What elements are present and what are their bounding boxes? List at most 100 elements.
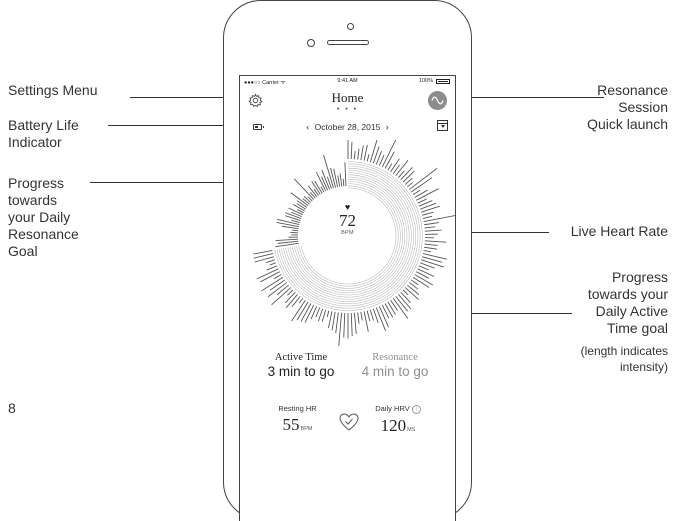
- active-time-spike: [388, 164, 392, 170]
- heart-check-icon: [338, 411, 360, 433]
- active-time-spike: [299, 298, 303, 303]
- active-time-spike: [419, 266, 429, 270]
- status-battery-percent: 100%: [419, 78, 433, 84]
- active-time-spike: [270, 280, 285, 290]
- front-camera: [307, 39, 315, 47]
- active-time-spike: [358, 149, 359, 160]
- active-time-spike: [275, 243, 298, 246]
- active-time-spike: [361, 312, 362, 321]
- annotation-length-note: (length indicates intensity): [581, 343, 668, 375]
- info-icon[interactable]: i: [412, 405, 421, 414]
- active-time-spike: [278, 241, 298, 243]
- active-time-spike: [370, 310, 373, 321]
- annotation-progress-active: Progress towards your Daily Active Time …: [588, 269, 668, 337]
- active-time-spike: [270, 263, 276, 265]
- annotation-line: (length indicates: [581, 343, 668, 359]
- annotation-line: intensity): [581, 359, 668, 375]
- active-time-spike: [351, 313, 352, 336]
- annotation-line: Battery Life: [8, 117, 79, 134]
- resting-hr-value-row: 55BPM: [270, 415, 325, 435]
- calendar-dropdown-icon[interactable]: [437, 120, 448, 131]
- active-time-spike: [364, 145, 367, 161]
- active-time-spike: [418, 269, 434, 277]
- annotation-line: Time goal: [588, 320, 668, 337]
- resonance-ring-arc: [284, 170, 414, 301]
- active-time-spike: [407, 285, 419, 295]
- resonance-value: 4 min to go: [340, 364, 450, 379]
- resonance-ring-arc: [277, 164, 420, 308]
- active-time-spike: [267, 266, 277, 270]
- active-time-spike: [382, 305, 389, 318]
- active-time-spike: [285, 292, 295, 303]
- page-number: 8: [8, 400, 16, 416]
- date-selector: ‹ October 28, 2015 ›: [240, 121, 455, 132]
- active-time-spike: [253, 250, 272, 254]
- annotation-line: Resonance: [8, 226, 79, 243]
- annotation-resonance-session: Resonance Session Quick launch: [587, 82, 668, 133]
- status-battery-icon: [436, 79, 450, 84]
- prev-date-button[interactable]: ‹: [303, 122, 312, 132]
- annotation-line: Daily Active: [588, 303, 668, 320]
- resonance-ring-arc: [288, 175, 409, 297]
- resonance-ring-arc: [297, 184, 401, 289]
- active-time-spike: [382, 140, 396, 167]
- active-time-spike: [367, 154, 369, 161]
- active-time-spike: [318, 309, 322, 321]
- active-time-spike: [391, 300, 398, 310]
- active-time-spike: [411, 280, 418, 285]
- daily-hrv-value-row: 120MS: [368, 416, 428, 436]
- resting-hr-stat[interactable]: Resting HR 55BPM: [270, 404, 325, 435]
- daily-stats: Resting HR 55BPM Daily HRVi 120MS: [240, 404, 455, 444]
- active-time-spike: [425, 241, 446, 242]
- active-time-spike: [345, 162, 346, 186]
- active-time-spike: [391, 159, 400, 172]
- daily-hrv-unit: MS: [407, 427, 415, 433]
- app-screen: ●●●○○ Carrier ᯤ 9:41 AM 100% Home ● ● ●: [239, 75, 456, 521]
- active-time-spike: [424, 250, 431, 251]
- annotation-line: your Daily: [8, 209, 79, 226]
- active-time-spike: [421, 260, 444, 267]
- resonance-label: Resonance: [340, 352, 450, 363]
- resting-hr-unit: BPM: [301, 426, 313, 432]
- daily-hrv-stat[interactable]: Daily HRVi 120MS: [368, 404, 428, 436]
- current-date: October 28, 2015: [315, 122, 381, 132]
- active-time-spike: [316, 308, 320, 318]
- active-time-spike: [358, 312, 359, 323]
- page-indicator[interactable]: ● ● ●: [240, 106, 455, 112]
- annotation-settings-menu: Settings Menu: [8, 82, 98, 99]
- active-time-spike: [415, 190, 428, 197]
- active-time-spike: [292, 296, 300, 306]
- annotation-line: Session: [587, 99, 668, 116]
- resonance-quick-launch-button[interactable]: [428, 91, 447, 110]
- active-time-spike: [354, 313, 356, 334]
- active-time-spike: [413, 190, 420, 195]
- daily-progress-radial: [240, 140, 456, 350]
- active-time-spike: [305, 305, 314, 323]
- active-time-spike: [266, 260, 275, 263]
- active-time-spike: [361, 145, 363, 160]
- resonance-ring-arc: [286, 173, 412, 300]
- active-time-spike: [403, 290, 408, 295]
- goal-metrics: Active Time 3 min to go Resonance 4 min …: [240, 352, 455, 386]
- annotation-line: Progress: [8, 175, 79, 192]
- resting-hr-value: 55: [283, 415, 300, 434]
- active-time-spike: [354, 151, 355, 159]
- active-time-spike: [340, 173, 342, 186]
- resonance-metric[interactable]: Resonance 4 min to go: [340, 352, 450, 379]
- annotation-line: Quick launch: [587, 116, 668, 133]
- active-time-spike: [351, 142, 352, 159]
- resonance-wave-icon: [428, 91, 447, 110]
- next-date-button[interactable]: ›: [383, 122, 392, 132]
- heart-rate-value: 72: [240, 212, 455, 230]
- active-time-spike: [327, 311, 329, 317]
- active-time-spike: [401, 292, 411, 302]
- active-time-spike: [328, 311, 332, 328]
- nav-bar: Home ● ● ●: [240, 88, 455, 118]
- annotation-line: Indicator: [8, 134, 79, 151]
- active-time-spike: [370, 140, 377, 162]
- annotation-live-heart-rate: Live Heart Rate: [571, 223, 668, 240]
- resonance-ring-arc: [290, 177, 407, 295]
- annotation-line: Progress: [588, 269, 668, 286]
- resonance-ring-arc: [292, 179, 405, 293]
- active-time-spike: [272, 288, 291, 305]
